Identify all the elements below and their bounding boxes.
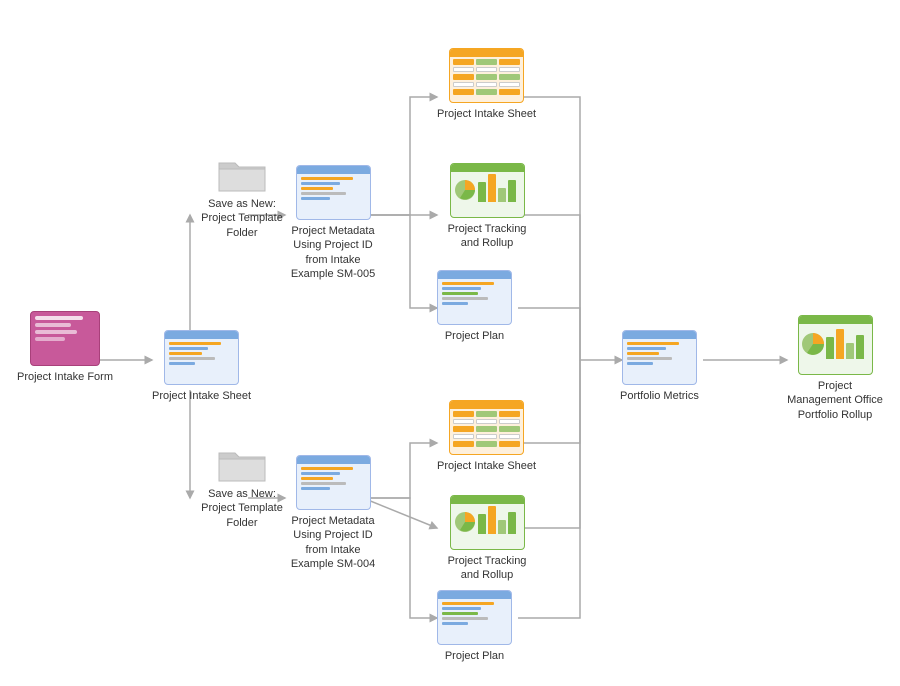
- label-pmo-rollup: Project Management Office Portfolio Roll…: [785, 379, 885, 422]
- folder-icon-bot: [217, 445, 267, 483]
- label-metadata-bot: Project Metadata Using Project ID from I…: [283, 514, 383, 571]
- label-plan-bot: Project Plan: [445, 649, 504, 663]
- folder-icon-top: [217, 155, 267, 193]
- label-intake-form: Project Intake Form: [17, 370, 113, 384]
- card-intake-sheet-top: [449, 48, 524, 103]
- label-intake-sheet-top: Project Intake Sheet: [437, 107, 536, 121]
- card-metadata-top: [296, 165, 371, 220]
- node-tracking-bot: Project Tracking and Rollup: [437, 495, 537, 583]
- node-pmo-rollup: Project Management Office Portfolio Roll…: [785, 315, 885, 422]
- label-folder-top: Save as New: Project Template Folder: [192, 197, 292, 240]
- node-intake-form: Project Intake Form: [17, 311, 113, 384]
- node-metadata-top: Project Metadata Using Project ID from I…: [283, 165, 383, 281]
- label-metadata-top: Project Metadata Using Project ID from I…: [283, 224, 383, 281]
- node-tracking-top: Project Tracking and Rollup: [437, 163, 537, 251]
- node-metadata-bot: Project Metadata Using Project ID from I…: [283, 455, 383, 571]
- node-intake-sheet-top: Project Intake Sheet: [437, 48, 536, 121]
- card-tracking-bot: [450, 495, 525, 550]
- diagram: Project Intake Form Project Intake Sheet…: [0, 0, 900, 686]
- label-folder-bot: Save as New: Project Template Folder: [192, 487, 292, 530]
- card-metadata-bot: [296, 455, 371, 510]
- label-intake-sheet-mid: Project Intake Sheet: [152, 389, 251, 403]
- label-plan-top: Project Plan: [445, 329, 504, 343]
- card-pmo-rollup: [798, 315, 873, 375]
- node-folder-bot: Save as New: Project Template Folder: [192, 445, 292, 530]
- node-plan-top: Project Plan: [437, 270, 512, 343]
- card-intake-form: [30, 311, 100, 366]
- card-portfolio-metrics: [622, 330, 697, 385]
- card-intake-sheet-mid: [164, 330, 239, 385]
- card-plan-bot: [437, 590, 512, 645]
- label-tracking-bot: Project Tracking and Rollup: [437, 554, 537, 583]
- node-intake-sheet-mid: Project Intake Sheet: [152, 330, 251, 403]
- node-folder-top: Save as New: Project Template Folder: [192, 155, 292, 240]
- node-intake-sheet-bot: Project Intake Sheet: [437, 400, 536, 473]
- card-tracking-top: [450, 163, 525, 218]
- node-portfolio-metrics: Portfolio Metrics: [620, 330, 699, 403]
- label-portfolio-metrics: Portfolio Metrics: [620, 389, 699, 403]
- label-intake-sheet-bot: Project Intake Sheet: [437, 459, 536, 473]
- node-plan-bot: Project Plan: [437, 590, 512, 663]
- label-tracking-top: Project Tracking and Rollup: [437, 222, 537, 251]
- card-intake-sheet-bot: [449, 400, 524, 455]
- card-plan-top: [437, 270, 512, 325]
